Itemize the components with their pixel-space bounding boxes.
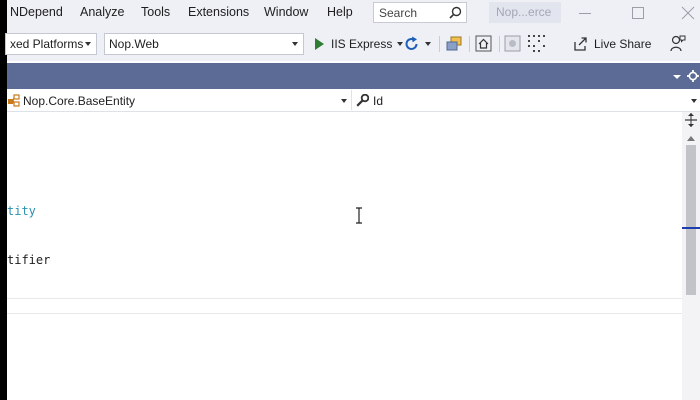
chevron-down-icon bbox=[341, 99, 347, 103]
code-line: tifier bbox=[7, 253, 51, 267]
text-cursor-icon bbox=[355, 207, 363, 227]
solution-name-badge[interactable]: Nop...erce bbox=[489, 2, 561, 23]
toolbar-separator bbox=[439, 36, 440, 52]
solution-name: Nop...erce bbox=[496, 5, 552, 19]
code-line: tity bbox=[7, 204, 36, 218]
caret-position-marker bbox=[682, 227, 700, 229]
minimize-icon[interactable] bbox=[578, 6, 592, 20]
navbar-divider bbox=[351, 90, 352, 110]
document-tab-strip bbox=[7, 63, 700, 89]
chevron-down-icon[interactable] bbox=[425, 42, 431, 46]
wrench-property-icon bbox=[356, 93, 370, 110]
tab-overflow-chevron-icon[interactable] bbox=[673, 75, 681, 79]
live-share-label[interactable]: Live Share bbox=[594, 37, 651, 51]
menu-window[interactable]: Window bbox=[264, 5, 308, 19]
breakpoint-icon[interactable] bbox=[504, 35, 521, 55]
standard-toolbar: xed Platforms Nop.Web IIS Express Live S… bbox=[5, 27, 700, 61]
menu-tools[interactable]: Tools bbox=[141, 5, 170, 19]
type-navigation-combo[interactable]: Nop.Core.BaseEntity bbox=[7, 90, 350, 111]
startup-project-value: Nop.Web bbox=[109, 37, 159, 51]
toolbar-separator bbox=[469, 36, 470, 52]
search-box[interactable]: Search bbox=[373, 2, 467, 23]
search-icon bbox=[449, 6, 462, 22]
dotted-grid-icon[interactable] bbox=[527, 34, 551, 57]
solution-platforms-combo[interactable]: xed Platforms bbox=[5, 33, 97, 55]
navigation-bar: Nop.Core.BaseEntity Id bbox=[7, 89, 700, 112]
toolbar-separator bbox=[499, 36, 500, 52]
live-share-icon[interactable] bbox=[573, 37, 588, 54]
scroll-up-arrow-icon[interactable] bbox=[687, 136, 695, 141]
play-icon[interactable] bbox=[314, 38, 324, 53]
member-navigation-combo[interactable]: Id bbox=[355, 90, 700, 111]
menu-ndepend[interactable]: NDepend bbox=[10, 5, 63, 19]
code-editor[interactable]: tity tifier bbox=[7, 112, 682, 400]
close-icon[interactable] bbox=[681, 6, 695, 20]
refresh-icon[interactable] bbox=[405, 36, 419, 54]
gear-icon[interactable] bbox=[687, 70, 699, 85]
browse-folder-icon[interactable] bbox=[446, 36, 462, 55]
menu-bar: NDepend Analyze Tools Extensions Window … bbox=[7, 0, 700, 27]
run-target-label[interactable]: IIS Express bbox=[331, 37, 392, 51]
member-navigation-value: Id bbox=[373, 94, 384, 108]
solution-platforms-value: xed Platforms bbox=[10, 37, 84, 51]
chevron-down-icon[interactable] bbox=[397, 42, 403, 46]
maximize-icon[interactable] bbox=[631, 6, 645, 20]
type-navigation-value: Nop.Core.BaseEntity bbox=[23, 94, 136, 108]
scrollbar-thumb[interactable] bbox=[686, 145, 696, 295]
menu-help[interactable]: Help bbox=[327, 5, 353, 19]
chevron-down-icon bbox=[292, 42, 298, 46]
menu-analyze[interactable]: Analyze bbox=[80, 5, 124, 19]
vertical-scrollbar[interactable] bbox=[682, 112, 700, 400]
startup-project-combo[interactable]: Nop.Web bbox=[104, 33, 304, 55]
left-edge-strip bbox=[0, 0, 7, 400]
current-line-highlight bbox=[7, 298, 682, 314]
menu-extensions[interactable]: Extensions bbox=[188, 5, 249, 19]
home-icon[interactable] bbox=[475, 35, 492, 55]
chevron-down-icon bbox=[85, 42, 91, 46]
chevron-down-icon bbox=[691, 99, 697, 103]
feedback-person-icon[interactable] bbox=[670, 35, 686, 55]
split-window-icon[interactable] bbox=[683, 112, 699, 128]
search-label: Search bbox=[379, 6, 418, 20]
class-icon bbox=[7, 94, 20, 110]
